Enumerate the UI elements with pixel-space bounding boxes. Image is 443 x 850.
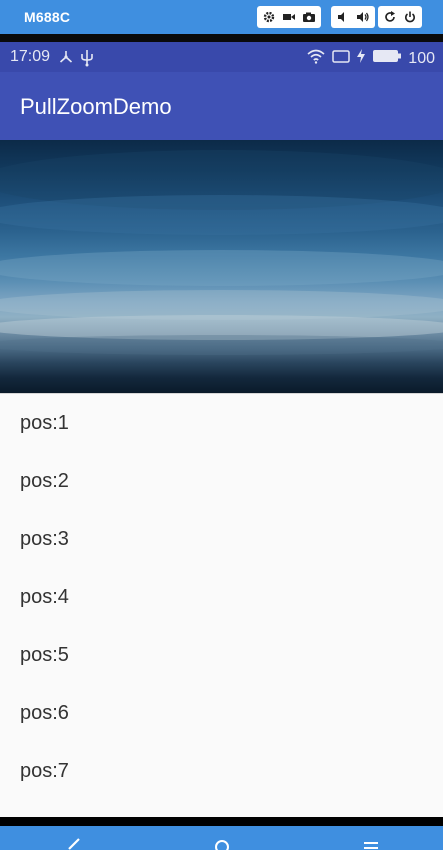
rotate-icon[interactable] bbox=[380, 8, 400, 26]
status-time: 17:09 bbox=[10, 48, 51, 65]
power-icon[interactable] bbox=[400, 8, 420, 26]
battery-level: 100 bbox=[408, 49, 435, 67]
list-item[interactable]: pos:5 bbox=[0, 626, 443, 684]
divider bbox=[0, 817, 443, 826]
menu-icon[interactable] bbox=[363, 838, 379, 850]
list-item[interactable]: pos:7 bbox=[0, 742, 443, 800]
list-item-label: pos:6 bbox=[20, 701, 69, 724]
battery-icon bbox=[372, 49, 402, 68]
settings-icon[interactable] bbox=[259, 8, 279, 26]
app-title: PullZoomDemo bbox=[20, 94, 172, 119]
home-icon[interactable] bbox=[214, 838, 230, 850]
list-item[interactable]: pos:2 bbox=[0, 452, 443, 510]
camera-icon[interactable] bbox=[299, 8, 319, 26]
list-item[interactable]: pos:3 bbox=[0, 510, 443, 568]
volume-up-icon[interactable] bbox=[353, 8, 373, 26]
sim-icon bbox=[332, 49, 351, 68]
navigation-bar bbox=[0, 826, 443, 850]
list-item[interactable]: pos:6 bbox=[0, 684, 443, 742]
app-bar: PullZoomDemo bbox=[0, 72, 443, 140]
zoom-header-image[interactable] bbox=[0, 140, 443, 393]
list-item-label: pos:3 bbox=[20, 527, 69, 550]
list-item-label: pos:1 bbox=[20, 411, 69, 434]
volume-down-icon[interactable] bbox=[333, 8, 353, 26]
device-name: M688C bbox=[24, 9, 71, 25]
video-icon[interactable] bbox=[279, 8, 299, 26]
charging-icon bbox=[356, 48, 366, 69]
status-bar: 17:09 100 bbox=[0, 42, 443, 72]
usb-icon bbox=[80, 49, 94, 72]
list-item-label: pos:4 bbox=[20, 585, 69, 608]
emulator-toolbar: M688C bbox=[0, 0, 443, 34]
back-icon[interactable] bbox=[66, 838, 80, 850]
divider bbox=[0, 34, 443, 42]
list-item[interactable]: pos:4 bbox=[0, 568, 443, 626]
emulator-power-group bbox=[378, 6, 422, 28]
emulator-volume-group bbox=[331, 6, 375, 28]
emulator-tools-group bbox=[257, 6, 321, 28]
item-list: pos:1 pos:2 pos:3 pos:4 pos:5 pos:6 pos:7 bbox=[0, 393, 443, 817]
list-item[interactable]: pos:1 bbox=[0, 394, 443, 452]
list-item-label: pos:7 bbox=[20, 759, 69, 782]
network-share-icon bbox=[58, 49, 74, 72]
list-item-label: pos:5 bbox=[20, 643, 69, 666]
list-item-label: pos:2 bbox=[20, 469, 69, 492]
wifi-icon bbox=[306, 48, 326, 69]
